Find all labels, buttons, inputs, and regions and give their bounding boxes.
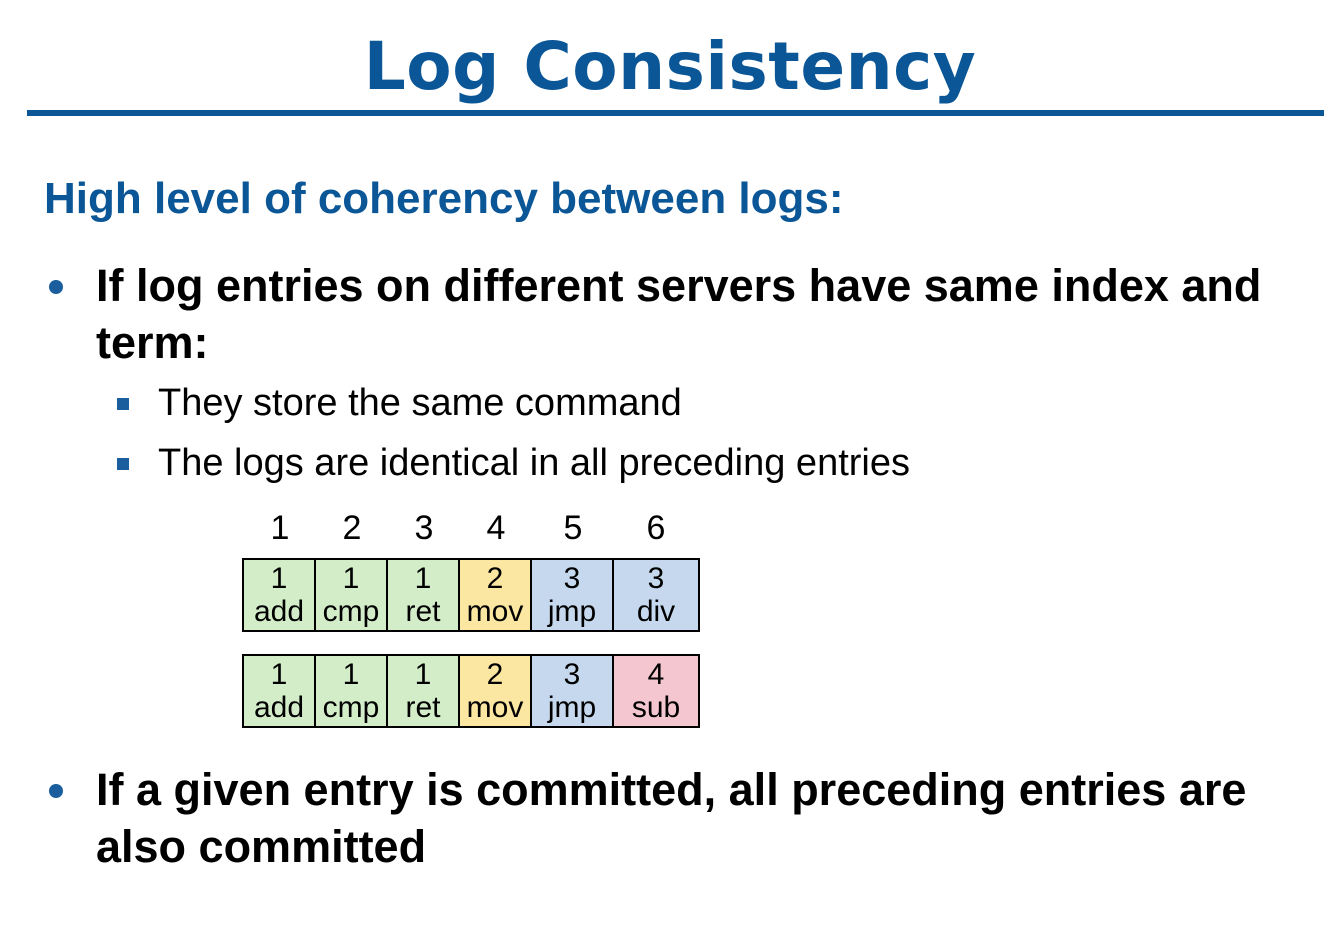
entry-command: add — [253, 595, 305, 628]
log-entry: 3 jmp — [532, 656, 614, 726]
log-entry: 2 mov — [460, 560, 532, 630]
entry-term: 4 — [647, 658, 665, 691]
entry-command: cmp — [322, 691, 380, 724]
index-label: 1 — [270, 509, 290, 547]
entry-command: ret — [405, 595, 441, 628]
log-entry: 1 add — [244, 560, 316, 630]
entry-command: mov — [466, 595, 524, 628]
log-entry: 3 jmp — [532, 560, 614, 630]
log-entry: 1 add — [244, 656, 316, 726]
title-divider — [27, 110, 1324, 116]
subitem-1: They store the same command — [158, 382, 682, 424]
index-label: 5 — [563, 509, 583, 547]
index-label: 4 — [486, 509, 506, 547]
server-log-2: 1 add 1 cmp 1 ret 2 mov 3 jmp 4 sub — [242, 654, 700, 728]
slide-title: Log Consistency — [363, 28, 977, 105]
log-entry: 4 sub — [614, 656, 698, 726]
index-label: 2 — [342, 509, 362, 547]
log-entry: 1 cmp — [316, 656, 388, 726]
entry-term: 1 — [270, 562, 288, 595]
entry-term: 1 — [342, 562, 360, 595]
server-log-1: 1 add 1 cmp 1 ret 2 mov 3 jmp 3 div — [242, 558, 700, 632]
square-bullet-icon — [117, 398, 129, 410]
entry-command: sub — [631, 691, 681, 724]
subitem-2: The logs are identical in all preceding … — [158, 442, 910, 484]
entry-term: 1 — [414, 658, 432, 691]
entry-command: mov — [466, 691, 524, 724]
entry-command: jmp — [547, 691, 597, 724]
bullet-icon — [49, 784, 63, 798]
log-entry: 1 cmp — [316, 560, 388, 630]
entry-term: 2 — [486, 562, 504, 595]
log-entry: 1 ret — [388, 560, 460, 630]
entry-command: cmp — [322, 595, 380, 628]
entry-command: jmp — [547, 595, 597, 628]
index-label: 6 — [646, 509, 666, 547]
index-label: 3 — [414, 509, 434, 547]
entry-command: ret — [405, 691, 441, 724]
entry-term: 3 — [647, 562, 665, 595]
entry-term: 1 — [414, 562, 432, 595]
slide-subtitle: High level of coherency between logs: — [44, 174, 844, 223]
log-entry: 2 mov — [460, 656, 532, 726]
entry-command: add — [253, 691, 305, 724]
bullet-2-text: If a given entry is committed, all prece… — [96, 764, 1247, 872]
entry-term: 1 — [342, 658, 360, 691]
bullet-1-text: If log entries on different servers have… — [96, 260, 1262, 368]
log-entry: 1 ret — [388, 656, 460, 726]
log-entry: 3 div — [614, 560, 698, 630]
bullet-icon — [49, 280, 63, 294]
entry-command: div — [636, 595, 676, 628]
entry-term: 3 — [563, 658, 581, 691]
square-bullet-icon — [117, 458, 129, 470]
entry-term: 1 — [270, 658, 288, 691]
entry-term: 3 — [563, 562, 581, 595]
entry-term: 2 — [486, 658, 504, 691]
